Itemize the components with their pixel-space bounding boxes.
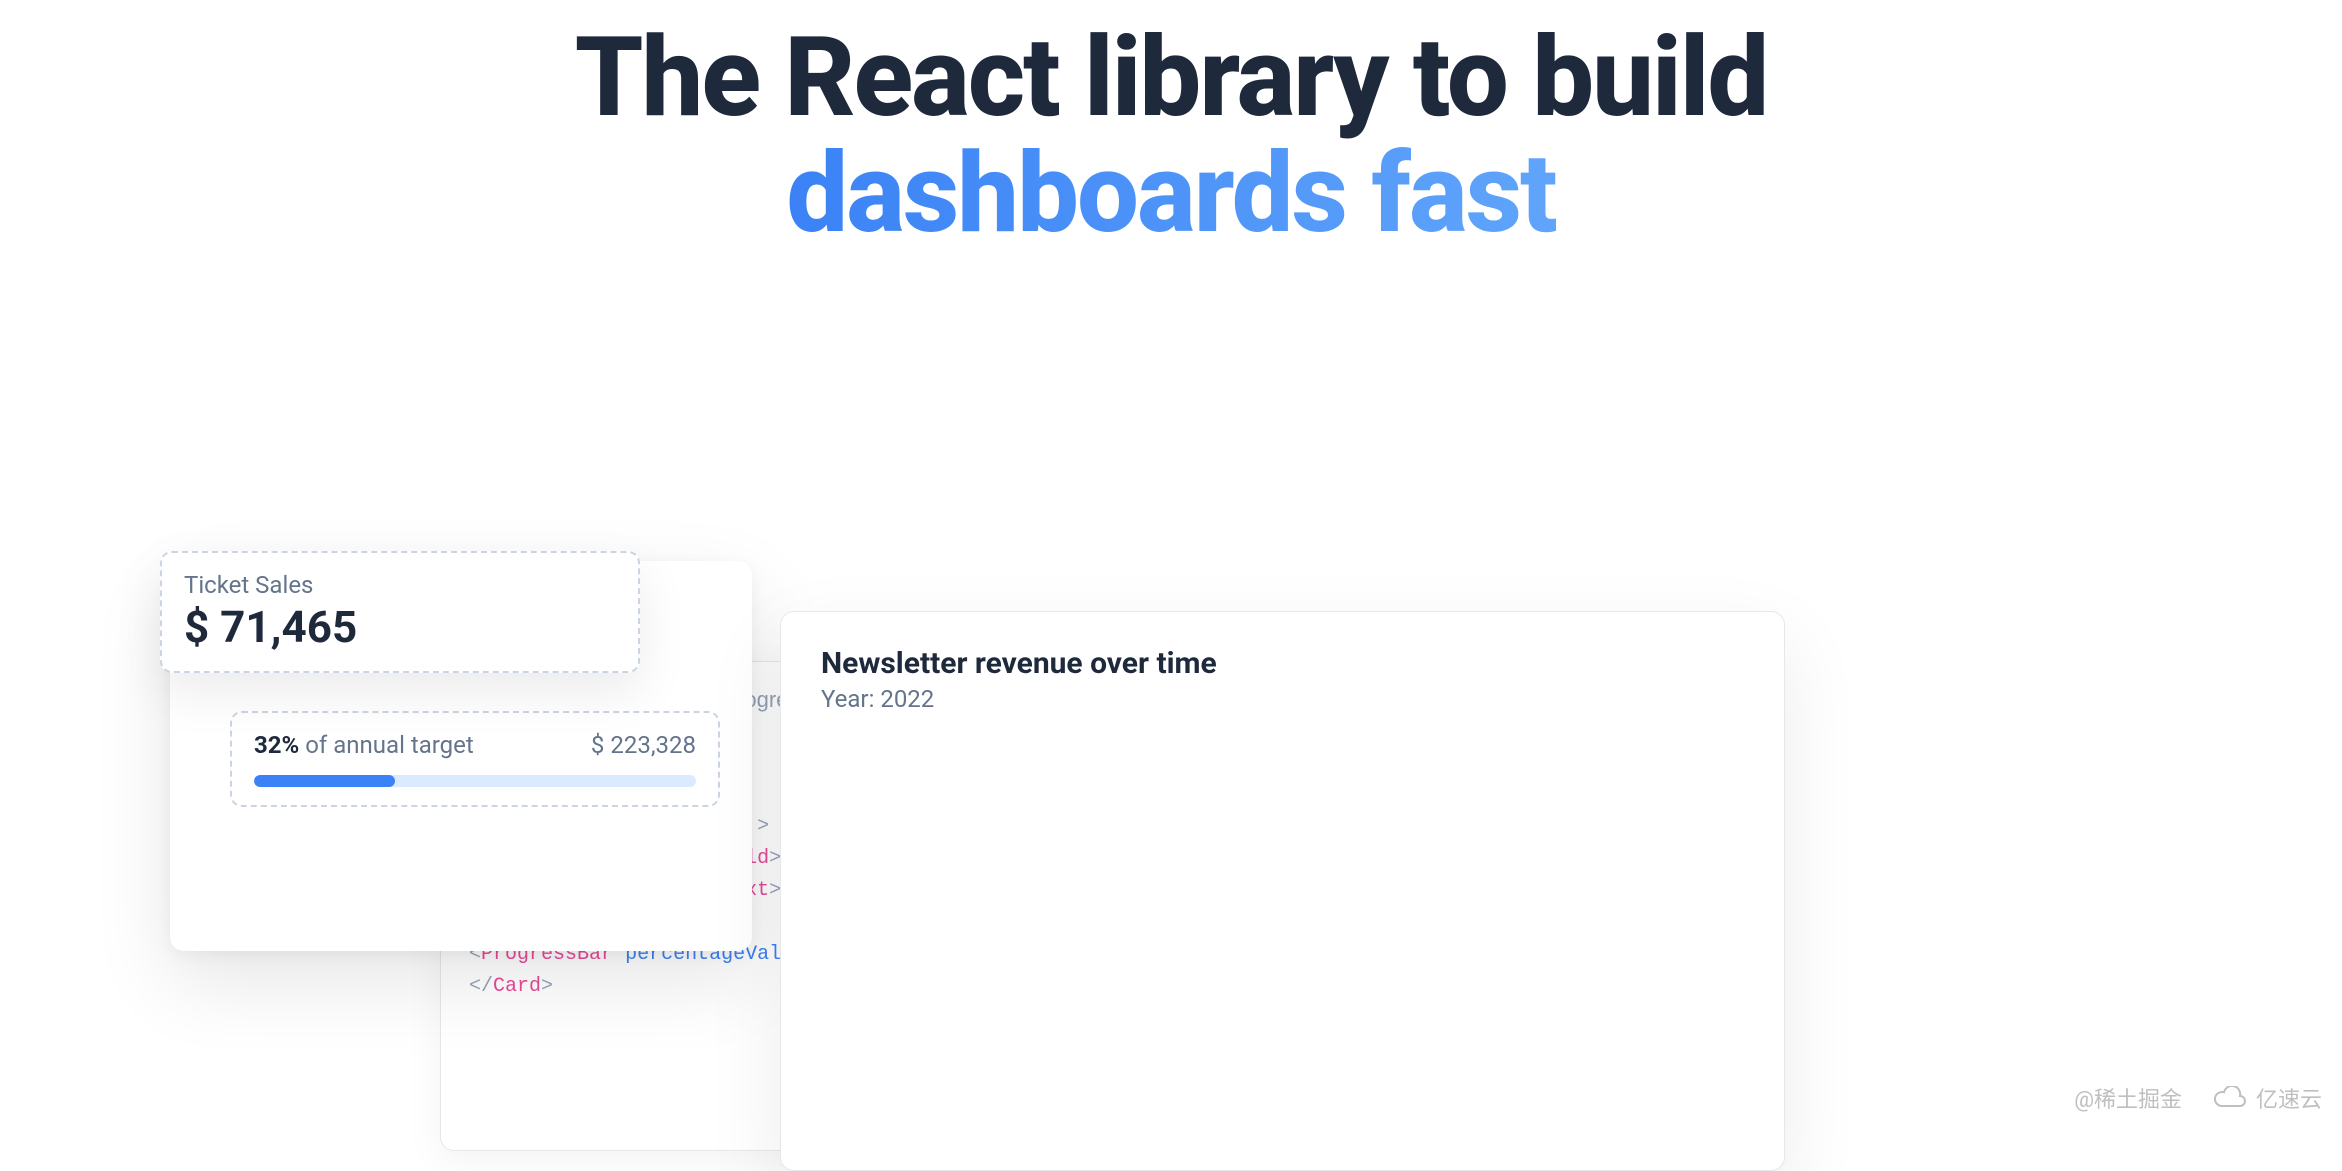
kpi-metric-box: Ticket Sales $ 71,465 [160,551,640,673]
watermark-right: 亿速云 [2212,1082,2322,1114]
progress-fill [254,775,395,787]
progress-bar [254,775,696,787]
hero-line2: dashboards fast [786,129,1555,258]
kpi-value: $ 71,465 [184,601,616,653]
watermark-left: @稀土掘金 [2074,1082,2182,1114]
hero-line1: The React library to build [575,13,1768,142]
chart-title: Newsletter revenue over time [821,646,1744,681]
kpi-card: Ticket Sales $ 71,465 32% of annual targ… [170,561,752,951]
kpi-percent: 32% [254,731,299,759]
watermark-bar: @稀土掘金 亿速云 [2074,1082,2322,1114]
kpi-label: Ticket Sales [184,571,616,599]
chart-card: Newsletter revenue over time Year: 2022 [780,611,1785,1171]
kpi-target-box: 32% of annual target $ 223,328 [230,711,720,807]
cloud-icon [2212,1086,2248,1110]
kpi-percent-text: 32% of annual target [254,731,474,759]
chart-subtitle: Year: 2022 [821,685,1744,713]
kpi-target-amount: $ 223,328 [591,731,696,759]
hero-heading: The React library to build dashboards fa… [0,0,2342,251]
